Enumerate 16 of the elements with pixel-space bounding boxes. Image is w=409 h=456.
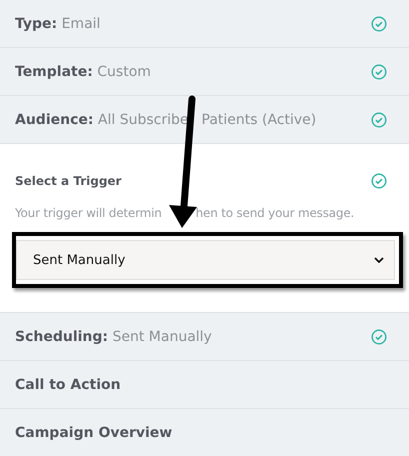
chevron-down-icon bbox=[374, 257, 384, 263]
step-row[interactable]: Call to Action bbox=[0, 361, 409, 409]
step-label: Template: Custom bbox=[15, 64, 151, 80]
step-label: Type: Email bbox=[15, 16, 100, 32]
section-title: Select a Trigger bbox=[15, 174, 122, 188]
step-row[interactable]: Type: Email bbox=[0, 0, 409, 48]
step-row[interactable]: Template: Custom bbox=[0, 48, 409, 96]
trigger-select[interactable]: Sent Manually bbox=[16, 240, 395, 280]
step-label: Campaign Overview bbox=[15, 424, 172, 440]
step-value: Patients (Active) bbox=[202, 112, 316, 128]
description: hen to send your message. bbox=[196, 206, 354, 220]
step-label: Scheduling: Sent Manually bbox=[15, 328, 212, 344]
description: Your trigger will determin bbox=[15, 206, 162, 220]
step-row[interactable]: Campaign Overview bbox=[0, 409, 409, 456]
step-label: Call to Action bbox=[15, 376, 121, 392]
step-row[interactable]: Scheduling: Sent Manually bbox=[0, 313, 409, 361]
